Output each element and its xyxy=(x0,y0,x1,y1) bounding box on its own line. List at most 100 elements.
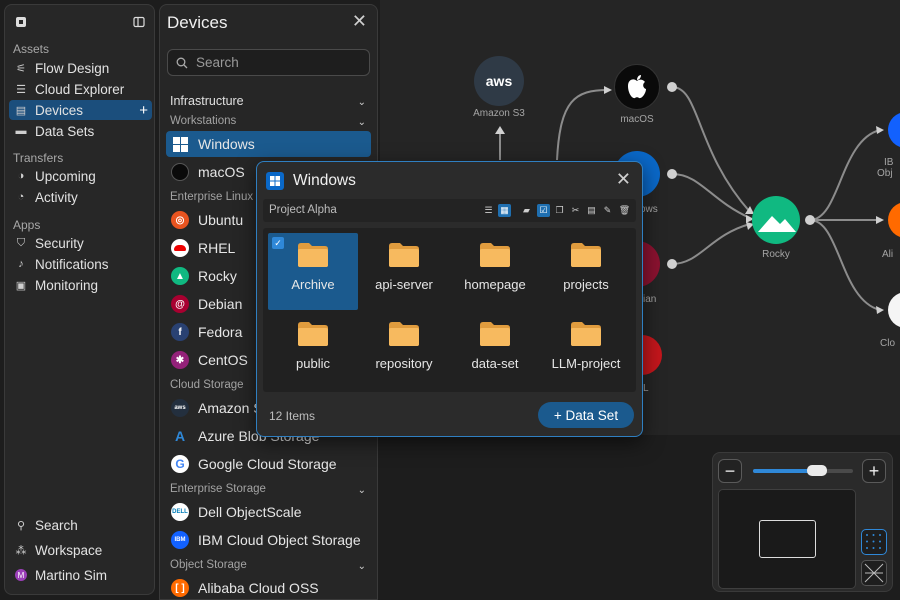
folder-label: homepage xyxy=(464,277,526,292)
device-item-windows[interactable]: Windows xyxy=(166,131,371,157)
nav-item-label: Security xyxy=(35,235,84,251)
collapse-sidebar-icon[interactable] xyxy=(133,15,145,28)
clipboard-icon[interactable]: ▤ xyxy=(585,204,598,217)
close-icon[interactable]: ✕ xyxy=(352,11,367,32)
rocky-node[interactable] xyxy=(752,196,800,244)
grid-view-icon[interactable]: ▦ xyxy=(498,204,511,217)
datasets-icon: ▬ xyxy=(15,125,27,137)
category-cloud-storage: Cloud Storage xyxy=(170,379,244,391)
nav-item-label: Data Sets xyxy=(35,123,95,139)
flow-icon: ⚟ xyxy=(16,62,26,75)
add-data-set-button[interactable]: + Data Set xyxy=(538,402,634,428)
nav-item-notifications[interactable]: ♪ Notifications xyxy=(9,254,152,274)
list-view-icon[interactable]: ☰ xyxy=(482,204,495,217)
zoom-slider-knob[interactable] xyxy=(807,465,827,476)
cut-icon[interactable]: ✂ xyxy=(569,204,582,217)
device-label: Dell ObjectScale xyxy=(198,504,302,520)
nav-item-monitoring[interactable]: ▣ Monitoring xyxy=(9,275,152,295)
folder-item[interactable]: projects xyxy=(541,233,631,310)
category-enterprise-linux: Enterprise Linux xyxy=(170,191,254,203)
copy-icon[interactable]: ❐ xyxy=(553,204,566,217)
device-label: Google Cloud Storage xyxy=(198,456,337,472)
delete-icon[interactable]: 🗑 xyxy=(618,204,631,217)
folder-icon xyxy=(389,243,419,267)
add-device-icon[interactable]: + xyxy=(139,102,148,119)
folder-item[interactable]: repository xyxy=(359,312,449,389)
folder-item[interactable]: public xyxy=(268,312,358,389)
redhat-icon xyxy=(171,239,189,257)
amazon-s3-node[interactable]: aws xyxy=(474,56,524,106)
select-icon[interactable]: ☑ xyxy=(537,204,550,217)
nav-section-transfers: Transfers xyxy=(13,151,64,165)
folder-icon xyxy=(389,322,419,346)
minimap-viewport[interactable] xyxy=(759,520,816,558)
rhel-node-label: L xyxy=(643,383,649,394)
checkbox-checked-icon[interactable]: ✓ xyxy=(272,237,284,249)
device-label: Alibaba Cloud OSS xyxy=(198,580,319,596)
macos-node-label: macOS xyxy=(620,114,654,125)
group-infrastructure[interactable]: Infrastructure xyxy=(170,94,244,108)
chevron-down-icon[interactable]: ⌄ xyxy=(358,97,366,108)
centos-icon: ✱ xyxy=(171,351,189,369)
alibaba-node-label: Ali xyxy=(882,249,894,260)
device-item-ibm[interactable]: IBM IBM Cloud Object Storage xyxy=(166,527,371,553)
folder-item[interactable]: api-server xyxy=(359,233,449,310)
folder-item[interactable]: homepage xyxy=(450,233,540,310)
lines-toggle-button[interactable] xyxy=(861,560,887,586)
new-folder-icon[interactable]: ▰ xyxy=(520,204,533,217)
nav-item-upcoming[interactable]: ◑ Upcoming xyxy=(9,166,152,186)
folder-icon xyxy=(571,243,601,267)
apple-icon xyxy=(628,75,646,99)
nav-item-devices[interactable]: ▤ Devices + xyxy=(9,100,152,120)
windows-node-label: ows xyxy=(640,204,658,215)
macos-node[interactable] xyxy=(614,64,660,110)
chevron-down-icon[interactable]: ⌄ xyxy=(358,117,366,128)
nav-item-workspace[interactable]: ⁂ Workspace xyxy=(9,540,152,560)
zoom-slider[interactable] xyxy=(753,465,853,476)
snap-grid-button[interactable] xyxy=(861,529,887,555)
nav-item-activity[interactable]: ◔ Activity xyxy=(9,187,152,207)
nav-item-flow-design[interactable]: ⚟ Flow Design xyxy=(9,58,152,78)
folder-item[interactable]: ✓ Archive xyxy=(268,233,358,310)
nav-item-label: Flow Design xyxy=(35,60,110,76)
dell-icon: DELL xyxy=(171,503,189,521)
category-enterprise-storage: Enterprise Storage xyxy=(170,483,266,495)
device-item-google-cloud[interactable]: G Google Cloud Storage xyxy=(166,451,371,477)
zoom-in-button[interactable]: + xyxy=(862,459,886,483)
edit-icon[interactable]: ✎ xyxy=(601,204,614,217)
folder-item[interactable]: data-set xyxy=(450,312,540,389)
zoom-out-button[interactable]: − xyxy=(718,459,742,483)
minimap[interactable] xyxy=(718,489,856,589)
category-workstations: Workstations xyxy=(170,115,237,127)
nav-item-data-sets[interactable]: ▬ Data Sets xyxy=(9,121,152,141)
chevron-down-icon[interactable]: ⌄ xyxy=(358,485,366,496)
aws-icon: aws xyxy=(171,399,189,417)
search-icon xyxy=(176,57,188,68)
search-placeholder: Search xyxy=(196,55,239,70)
device-item-alibaba[interactable]: [ ] Alibaba Cloud OSS xyxy=(166,575,371,599)
nav-item-security[interactable]: ⛉ Security xyxy=(9,233,152,253)
search-input[interactable]: Search xyxy=(167,49,370,76)
windows-icon xyxy=(266,172,284,190)
nav-item-search[interactable]: ⚲ Search xyxy=(9,515,152,535)
aws-logo-icon: aws xyxy=(485,73,513,89)
folder-grid: ✓ Archive api-server homepage projects public… xyxy=(263,228,636,392)
close-icon[interactable]: ✕ xyxy=(616,169,631,190)
device-item-dell[interactable]: DELL Dell ObjectScale xyxy=(166,499,371,525)
device-label: IBM Cloud Object Storage xyxy=(198,532,361,548)
app-logo-icon xyxy=(15,15,27,27)
nav-item-label: Devices xyxy=(35,102,84,118)
google-icon: G xyxy=(171,455,189,473)
popup-toolbar: Project Alpha ☰ ▦ ▰ ☑ ❐ ✂ ▤ ✎ 🗑 xyxy=(263,199,636,222)
folder-icon xyxy=(480,322,510,346)
cloud-explorer-icon: ☰ xyxy=(16,83,26,96)
folder-icon xyxy=(298,243,328,267)
folder-item[interactable]: LLM-project xyxy=(541,312,631,389)
chevron-down-icon[interactable]: ⌄ xyxy=(358,561,366,572)
nav-item-user[interactable]: M Martino Sim xyxy=(9,565,152,585)
device-label: RHEL xyxy=(198,240,236,256)
nav-item-cloud-explorer[interactable]: ☰ Cloud Explorer xyxy=(9,79,152,99)
nav-section-apps: Apps xyxy=(13,218,41,232)
debian-node-label: ian xyxy=(643,294,657,305)
cloud-node-label: Clo xyxy=(880,338,896,349)
